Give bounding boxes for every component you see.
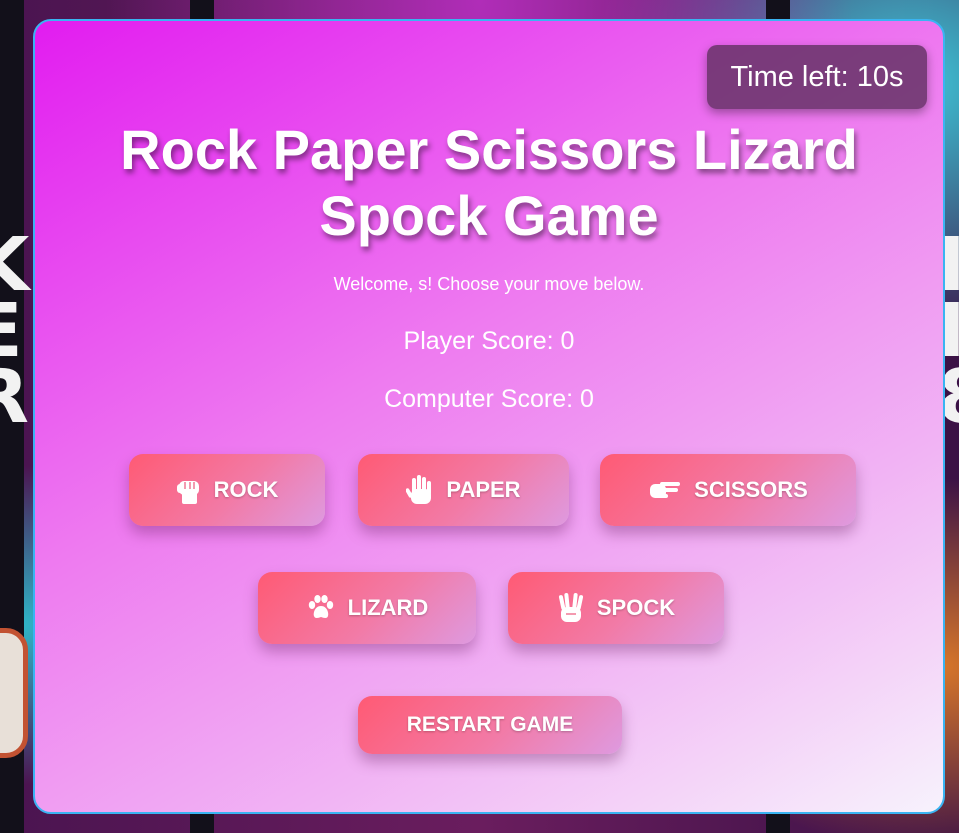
scissors-button-label: SCISSORS [694,477,808,502]
rock-hand-icon [176,475,202,505]
computer-score: Computer Score: 0 [384,385,594,413]
player-score: Player Score: 0 [403,327,575,355]
paper-button-label: PAPER [446,477,521,502]
time-left-badge: Time left: 10s [707,45,927,109]
spock-hand-icon [557,592,585,624]
spock-button-label: SPOCK [596,595,676,620]
scissors-button[interactable]: SCISSORS [600,454,856,526]
lizard-button[interactable]: LIZARD [258,572,476,644]
paper-hand-icon [406,474,434,506]
background-shape [0,628,28,758]
page-title: Rock Paper Scissors Lizard Spock Game [120,118,858,247]
spock-button[interactable]: SPOCK [508,572,724,644]
lizard-button-label: LIZARD [347,595,429,620]
background-poster-left: KER [0,228,29,434]
rock-button-label: ROCK [213,477,279,502]
paper-button[interactable]: PAPER [358,454,569,526]
paw-icon [306,594,336,622]
welcome-message: Welcome, s! Choose your move below. [333,274,645,294]
scissors-hand-icon [648,477,682,503]
restart-game-button[interactable]: RESTART GAME [358,696,622,754]
rock-button[interactable]: ROCK [129,454,325,526]
game-card: Time left: 10s Rock Paper Scissors Lizar… [33,19,945,814]
